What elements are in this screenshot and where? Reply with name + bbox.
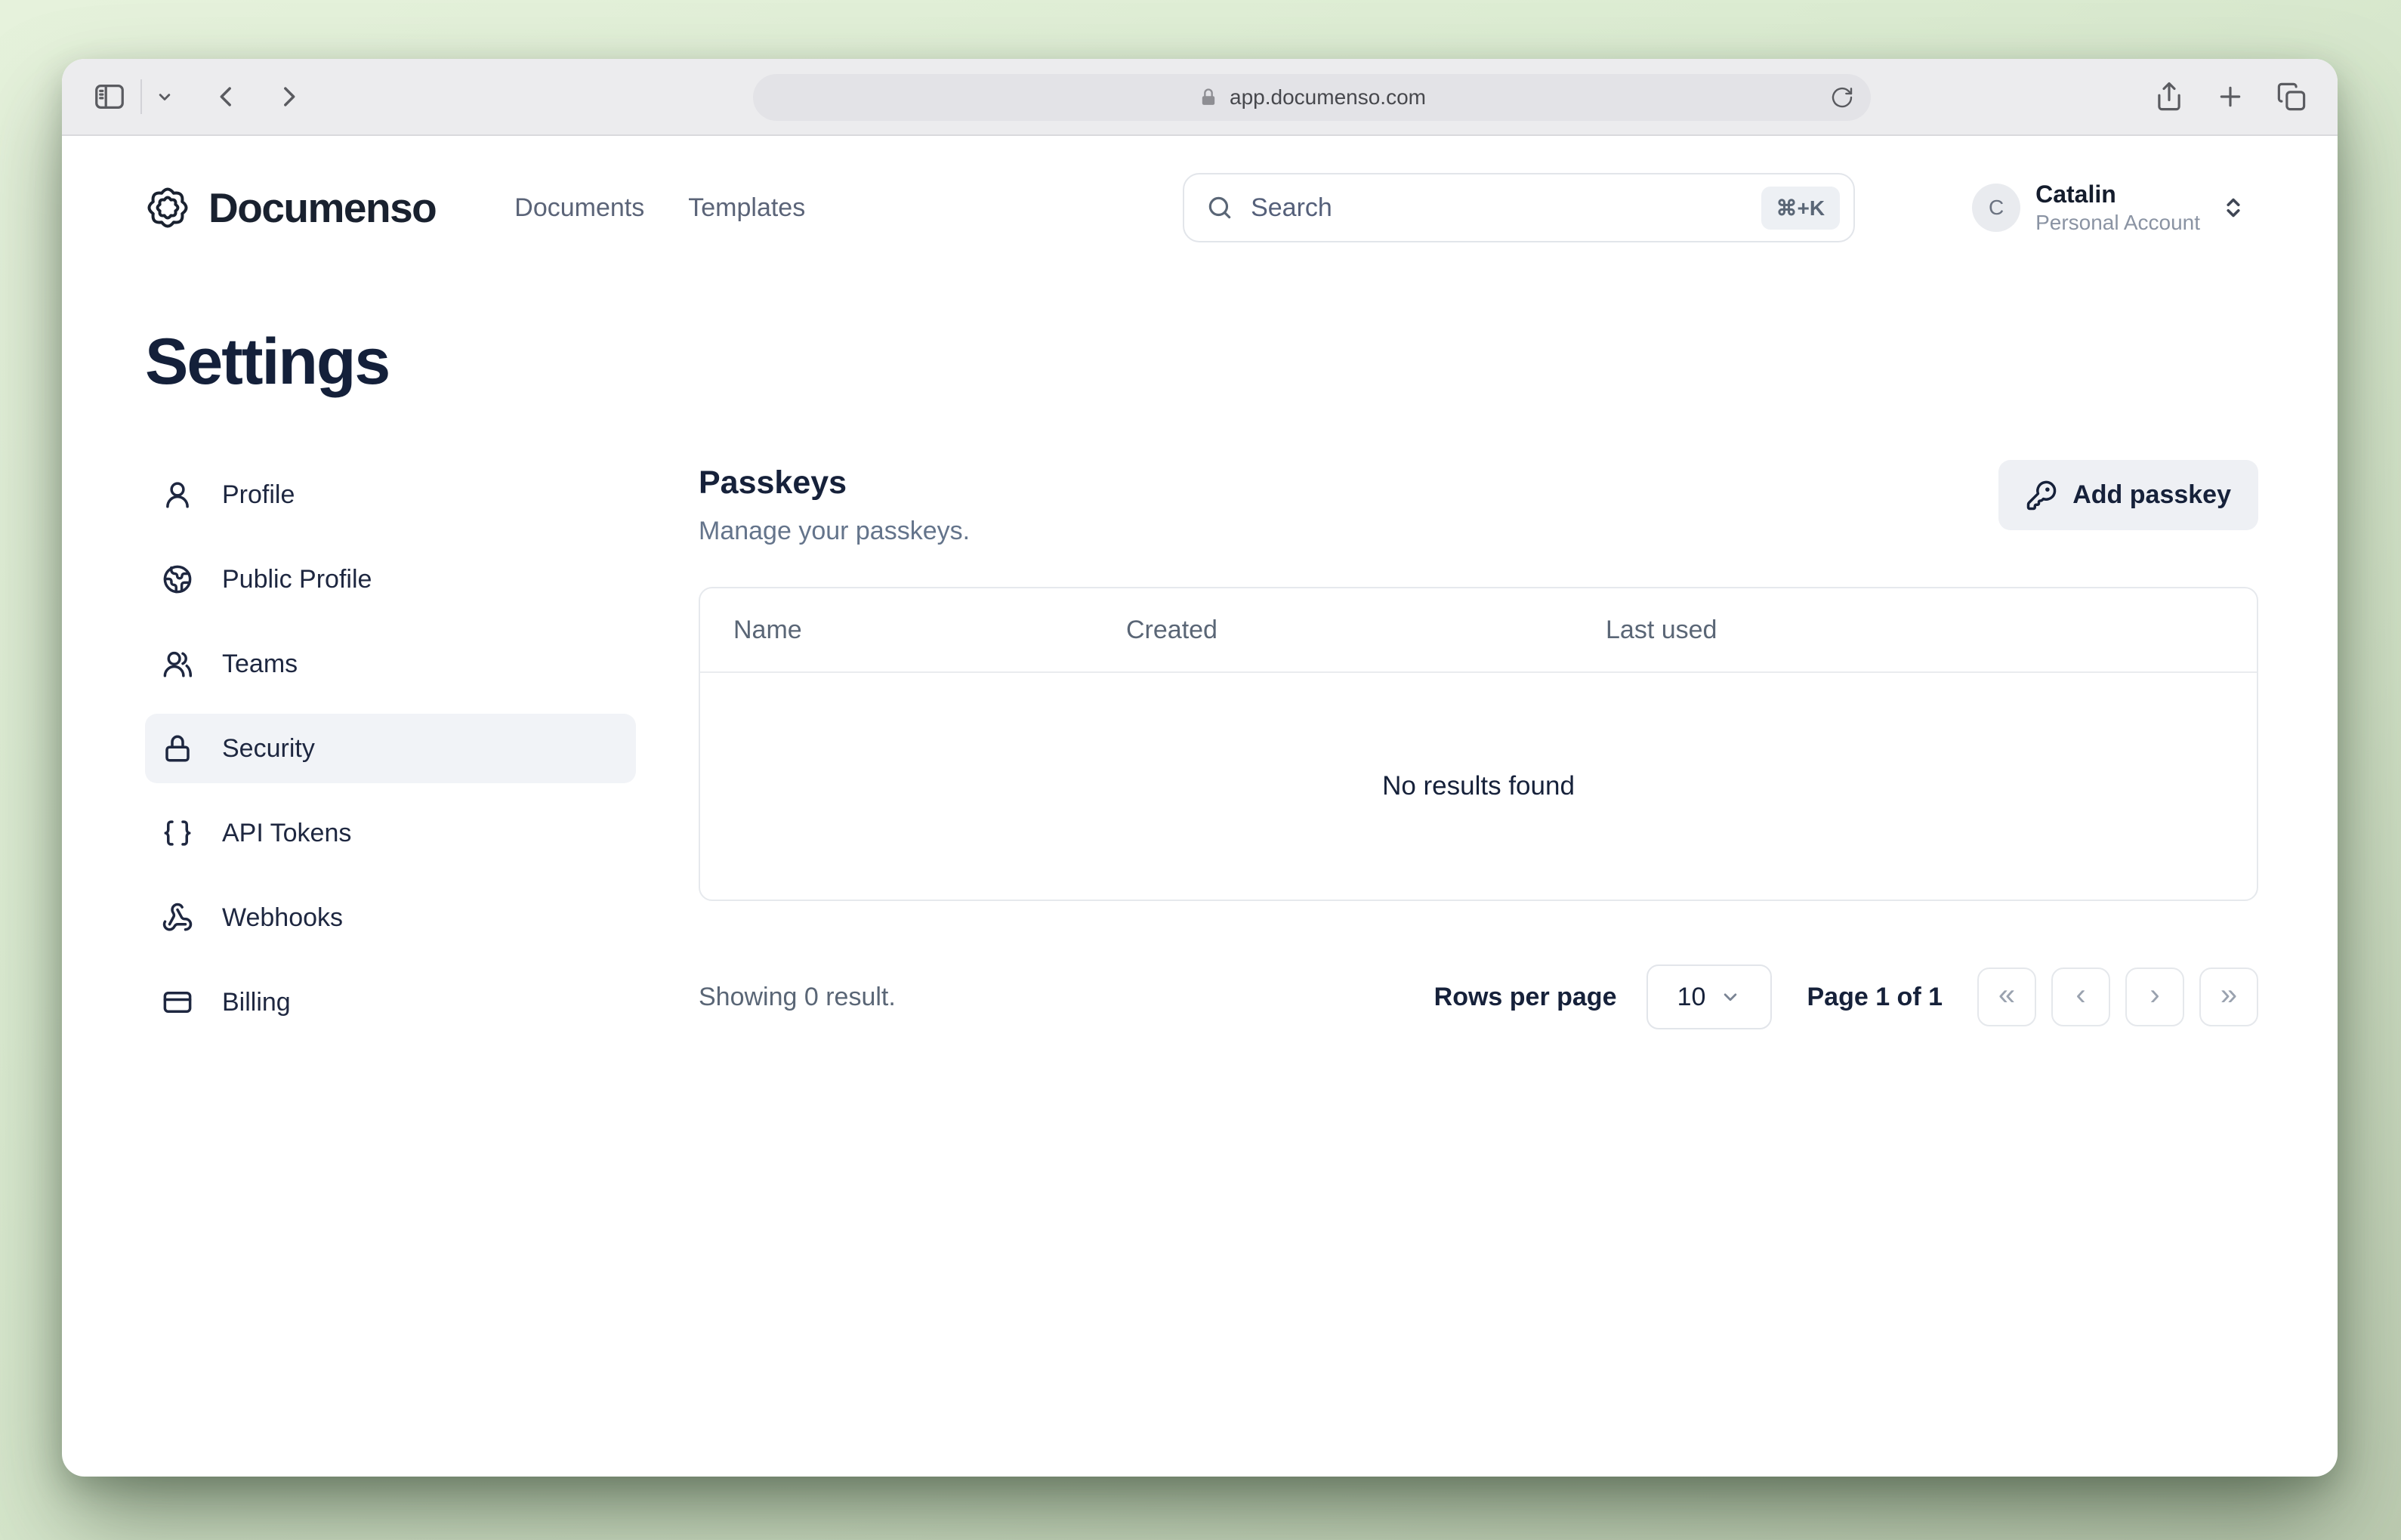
page-indicator: Page 1 of 1 (1807, 983, 1943, 1012)
tab-group-chevron-icon[interactable] (154, 86, 175, 107)
table-header-row: Name Created Last used (700, 588, 2257, 673)
column-header-created: Created (1126, 616, 1606, 645)
account-texts: Catalin Personal Account (2035, 181, 2200, 236)
nav-templates[interactable]: Templates (688, 193, 805, 223)
browser-toolbar: app.documenso.com (62, 59, 2338, 136)
last-page-button[interactable]: » (2199, 968, 2258, 1026)
credit-card-icon (162, 986, 193, 1018)
toolbar-left-group (92, 79, 304, 114)
back-icon[interactable] (211, 82, 242, 112)
account-type: Personal Account (2035, 211, 2200, 235)
account-menu[interactable]: C Catalin Personal Account (1972, 181, 2247, 236)
globe-icon (162, 563, 193, 595)
next-page-button[interactable]: › (2125, 968, 2184, 1026)
section-head-texts: Passkeys Manage your passkeys. (699, 460, 970, 546)
chevrons-up-down-icon (2220, 194, 2247, 221)
sidebar-item-teams[interactable]: Teams (145, 629, 636, 699)
section-subtitle: Manage your passkeys. (699, 517, 970, 546)
avatar: C (1972, 184, 2020, 232)
sidebar-item-public-profile[interactable]: Public Profile (145, 545, 636, 614)
sidebar-toggle-icon[interactable] (92, 79, 127, 114)
users-icon (162, 648, 193, 680)
toolbar-right-group (2153, 81, 2307, 113)
column-header-last-used: Last used (1606, 616, 2224, 645)
user-icon (162, 479, 193, 511)
share-icon[interactable] (2153, 81, 2185, 113)
sidebar-item-security[interactable]: Security (145, 714, 636, 783)
reload-icon[interactable] (1830, 85, 1854, 110)
column-header-name: Name (733, 616, 1126, 645)
lock-icon (162, 733, 193, 764)
tab-overview-icon[interactable] (2276, 81, 2307, 113)
settings-sidebar: Profile Public Profile (145, 460, 636, 1052)
webhook-icon (162, 902, 193, 934)
forward-icon[interactable] (273, 82, 304, 112)
braces-icon (162, 817, 193, 849)
sidebar-item-api-tokens[interactable]: API Tokens (145, 798, 636, 868)
new-tab-icon[interactable] (2215, 82, 2245, 112)
passkeys-table: Name Created Last used No results found (699, 587, 2258, 901)
section-title: Passkeys (699, 464, 970, 502)
browser-window: app.documenso.com (62, 59, 2338, 1477)
pagination-controls: Rows per page 10 Page 1 of 1 « ‹ › (1434, 964, 2258, 1029)
page-title: Settings (145, 325, 2258, 400)
chevron-down-icon (1719, 986, 1742, 1008)
url-text: app.documenso.com (1230, 85, 1426, 110)
rows-per-page-select[interactable]: 10 (1646, 964, 1772, 1029)
sidebar-item-billing[interactable]: Billing (145, 968, 636, 1037)
table-footer: Showing 0 result. Rows per page 10 Page … (699, 964, 2258, 1029)
table-empty-state: No results found (700, 673, 2257, 900)
desktop: { "browser": { "url": "app.documenso.com… (0, 0, 2401, 1540)
nav-documents[interactable]: Documents (514, 193, 644, 223)
search-input[interactable]: Search ⌘+K (1183, 173, 1855, 242)
brand-name: Documenso (208, 184, 436, 232)
first-page-button[interactable]: « (1977, 968, 2036, 1026)
rows-per-page-label: Rows per page (1434, 983, 1617, 1012)
url-bar[interactable]: app.documenso.com (753, 74, 1871, 121)
key-icon (2026, 480, 2057, 511)
empty-state-text: No results found (1382, 771, 1575, 801)
passkeys-panel: Passkeys Manage your passkeys. Add passk… (699, 460, 2258, 1052)
sidebar-item-webhooks[interactable]: Webhooks (145, 883, 636, 952)
add-passkey-button[interactable]: Add passkey (1998, 460, 2258, 530)
app-header: Documenso Documents Templates Search ⌘+K… (62, 136, 2338, 266)
results-summary: Showing 0 result. (699, 983, 896, 1012)
previous-page-button[interactable]: ‹ (2051, 968, 2110, 1026)
search-placeholder: Search (1251, 193, 1332, 223)
documenso-seal-icon (144, 184, 192, 232)
account-name: Catalin (2035, 181, 2200, 208)
search-icon (1205, 193, 1234, 222)
main-nav: Documents Templates (514, 193, 805, 223)
toolbar-divider (140, 79, 142, 114)
brand[interactable]: Documenso (144, 184, 436, 232)
search-shortcut-badge: ⌘+K (1761, 187, 1841, 230)
sidebar-item-profile[interactable]: Profile (145, 460, 636, 529)
settings-page: Settings Profile (62, 325, 2338, 1052)
padlock-icon (1198, 87, 1219, 108)
